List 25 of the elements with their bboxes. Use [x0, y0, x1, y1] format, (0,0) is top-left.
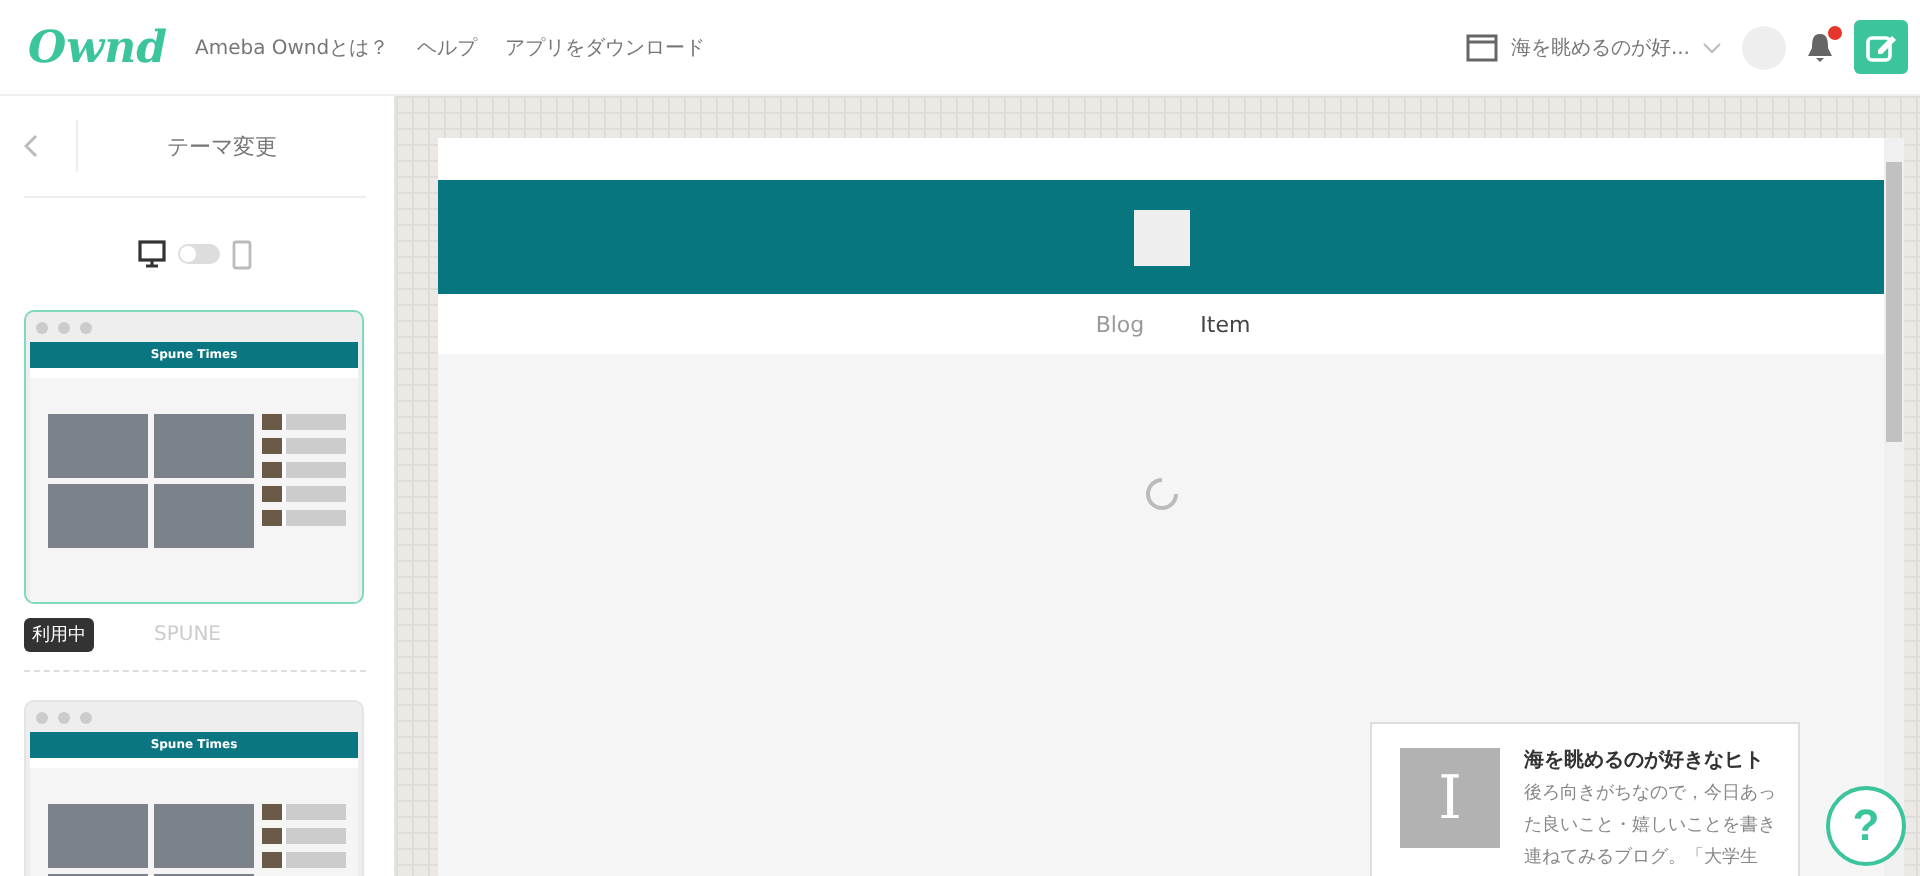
scrollbar[interactable] [1884, 138, 1904, 876]
site-nav-link[interactable]: Item [1200, 311, 1251, 337]
window-icon [1466, 33, 1499, 61]
panel-title: テーマ変更 [165, 131, 279, 161]
monitor-icon[interactable] [138, 240, 166, 268]
window-dots-icon [36, 712, 92, 724]
profile-avatar: I [1400, 748, 1500, 848]
chevron-down-icon [1702, 41, 1722, 53]
profile-bio: 後ろ向きがちなので，今日あった良いこと・嬉しいことを書き連ねてみるブログ。「大学生 [1524, 781, 1778, 872]
bell-icon [1806, 32, 1834, 62]
edit-button[interactable] [1854, 20, 1908, 74]
in-use-badge: 利用中 [24, 618, 94, 652]
nav-link[interactable]: アプリをダウンロード [505, 33, 706, 61]
back-button[interactable] [24, 120, 78, 172]
site-nav-link[interactable]: Blog [1095, 311, 1145, 337]
phone-icon[interactable] [232, 239, 252, 269]
site-selector[interactable]: 海を眺めるのが好... [1466, 33, 1722, 61]
nav-link[interactable]: ヘルプ [417, 33, 478, 61]
site-logo-icon [1133, 209, 1189, 265]
device-toggle[interactable] [178, 244, 220, 264]
window-dots-icon [36, 322, 92, 334]
chevron-left-icon [24, 134, 38, 158]
profile-name: 海を眺めるのが好きなヒト [1524, 748, 1766, 774]
edit-icon [1865, 32, 1897, 62]
nav-link[interactable]: Ameba Owndとは？ [194, 33, 390, 61]
